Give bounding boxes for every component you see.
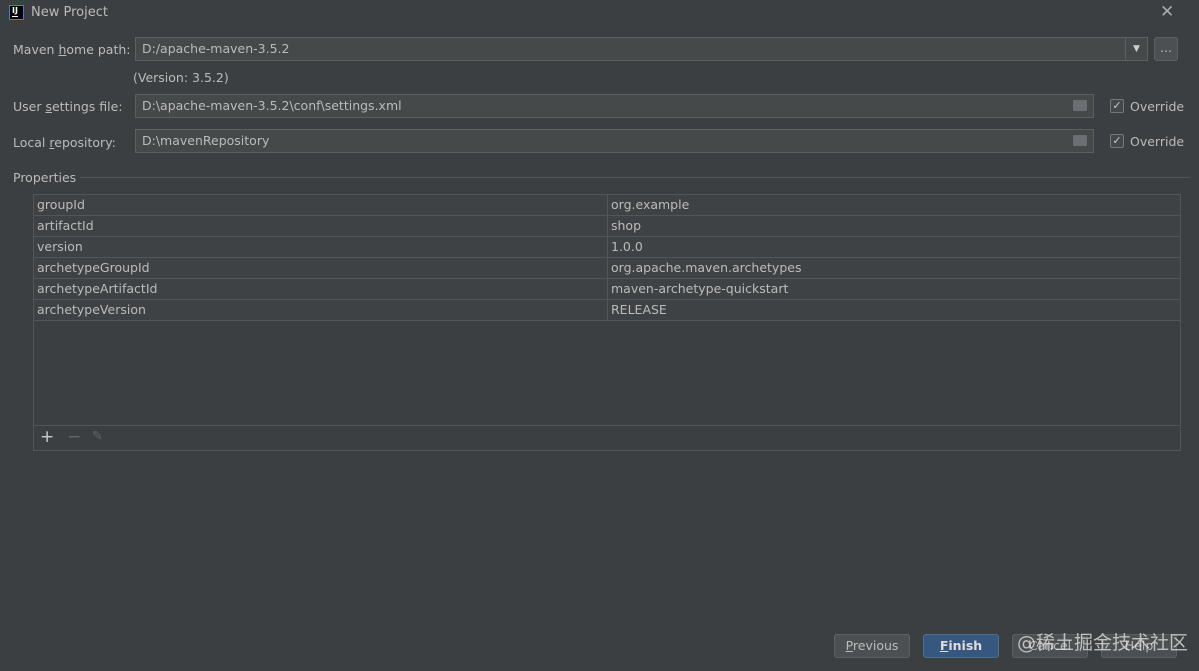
local-repo-value: D:\mavenRepository bbox=[142, 133, 270, 148]
intellij-logo-icon: IJ bbox=[9, 5, 24, 20]
property-value[interactable]: 1.0.0 bbox=[607, 237, 643, 257]
table-row[interactable]: artifactId shop bbox=[34, 216, 1180, 237]
user-settings-override-label: Override bbox=[1130, 99, 1185, 114]
edit-icon[interactable]: ✎ bbox=[92, 429, 103, 444]
user-settings-value: D:\apache-maven-3.5.2\conf\settings.xml bbox=[142, 98, 402, 113]
add-icon[interactable]: + bbox=[40, 427, 54, 447]
finish-button[interactable]: Finish bbox=[923, 634, 999, 658]
table-row[interactable]: archetypeVersion RELEASE bbox=[34, 300, 1180, 321]
property-value[interactable]: org.example bbox=[607, 195, 689, 215]
user-settings-override-checkbox[interactable]: ✓ bbox=[1110, 99, 1124, 113]
local-repo-override-checkbox[interactable]: ✓ bbox=[1110, 134, 1124, 148]
remove-icon[interactable]: − bbox=[67, 427, 81, 447]
property-key[interactable]: archetypeGroupId bbox=[34, 258, 150, 278]
table-toolbar-divider bbox=[34, 425, 1180, 426]
table-row[interactable]: archetypeGroupId org.apache.maven.archety… bbox=[34, 258, 1180, 279]
close-icon[interactable]: ✕ bbox=[1160, 2, 1174, 22]
user-settings-input[interactable]: D:\apache-maven-3.5.2\conf\settings.xml bbox=[135, 94, 1094, 118]
property-key[interactable]: archetypeArtifactId bbox=[34, 279, 157, 299]
properties-divider bbox=[80, 177, 1190, 178]
table-row[interactable]: archetypeArtifactId maven-archetype-quick… bbox=[34, 279, 1180, 300]
maven-home-value: D:/apache-maven-3.5.2 bbox=[142, 41, 290, 56]
property-key[interactable]: groupId bbox=[34, 195, 85, 215]
properties-table: groupId org.example artifactId shop version 1… bbox=[33, 194, 1181, 451]
local-repo-input[interactable]: D:\mavenRepository bbox=[135, 129, 1094, 153]
window-title: New Project bbox=[31, 5, 108, 20]
property-key[interactable]: archetypeVersion bbox=[34, 300, 146, 320]
user-settings-label: User settings file: bbox=[13, 99, 123, 114]
property-value[interactable]: org.apache.maven.archetypes bbox=[607, 258, 801, 278]
property-key[interactable]: artifactId bbox=[34, 216, 94, 236]
browse-button[interactable]: ... bbox=[1154, 37, 1178, 61]
table-row[interactable]: groupId org.example bbox=[34, 195, 1180, 216]
previous-button[interactable]: Previous bbox=[834, 634, 910, 658]
maven-home-label: Maven home path: bbox=[13, 42, 131, 57]
property-value[interactable]: maven-archetype-quickstart bbox=[607, 279, 788, 299]
property-value[interactable]: shop bbox=[607, 216, 641, 236]
table-row[interactable]: version 1.0.0 bbox=[34, 237, 1180, 258]
property-key[interactable]: version bbox=[34, 237, 83, 257]
properties-title: Properties bbox=[13, 170, 77, 185]
local-repo-label: Local repository: bbox=[13, 135, 116, 150]
property-value[interactable]: RELEASE bbox=[607, 300, 667, 320]
maven-home-combo[interactable]: D:/apache-maven-3.5.2 ▼ bbox=[135, 37, 1148, 61]
folder-icon[interactable] bbox=[1073, 135, 1087, 146]
local-repo-override-label: Override bbox=[1130, 134, 1185, 149]
title-bar: IJ New Project ✕ bbox=[0, 0, 1199, 26]
watermark: @稀土掘金技术社区 bbox=[1017, 632, 1189, 654]
folder-icon[interactable] bbox=[1073, 100, 1087, 111]
maven-version-text: (Version: 3.5.2) bbox=[133, 70, 229, 85]
chevron-down-icon[interactable]: ▼ bbox=[1125, 38, 1147, 60]
